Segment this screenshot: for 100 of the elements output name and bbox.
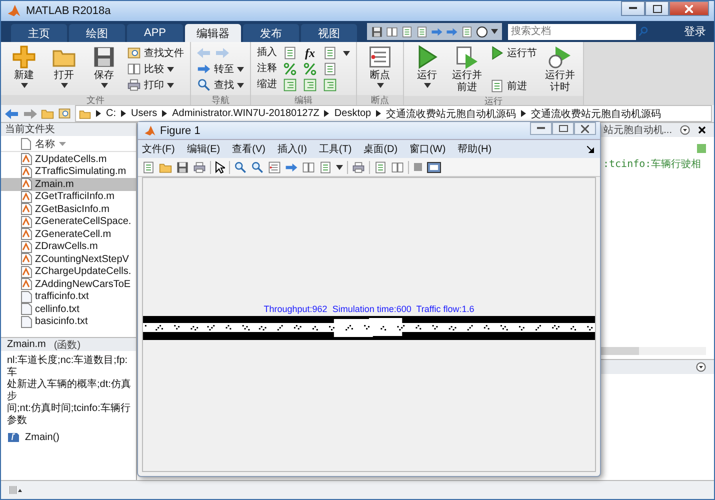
- maximize-button[interactable]: [645, 1, 669, 16]
- path-segment[interactable]: C:: [106, 108, 116, 119]
- pointer-icon[interactable]: [215, 160, 225, 174]
- file-item[interactable]: ZDrawCells.m: [1, 240, 136, 253]
- minimize-button[interactable]: [621, 1, 645, 16]
- toolbar-button[interactable]: [193, 160, 206, 174]
- ribbon-icon-button[interactable]: [323, 46, 350, 60]
- dock-icon[interactable]: [587, 146, 594, 152]
- toolbar-button[interactable]: [142, 160, 155, 174]
- minimize-button[interactable]: [530, 122, 552, 135]
- ribbon-button[interactable]: 保存: [87, 45, 121, 88]
- close-button[interactable]: [574, 122, 596, 135]
- menu-item[interactable]: 桌面(D): [364, 142, 398, 156]
- menu-item[interactable]: 插入(I): [277, 142, 307, 156]
- file-item[interactable]: ZAddingNewCarsToE: [1, 278, 136, 290]
- toolbar-button[interactable]: [391, 160, 404, 174]
- toolbar-button[interactable]: [251, 160, 264, 174]
- ribbon-tab[interactable]: 发布: [243, 24, 299, 42]
- toolbar-button[interactable]: [302, 160, 315, 174]
- maximize-icon: [558, 125, 568, 132]
- ribbon-button[interactable]: 运行并前进: [450, 45, 484, 94]
- sign-in-button[interactable]: 登录: [684, 24, 706, 39]
- file-item[interactable]: ZGenerateCellSpace.: [1, 216, 136, 228]
- file-item[interactable]: Zmain.m: [1, 178, 136, 190]
- description-text: 参数: [7, 415, 28, 427]
- dropdown-icon[interactable]: [696, 362, 706, 372]
- file-item[interactable]: ZUpdateCells.m: [1, 153, 136, 166]
- forward-arrow-icon[interactable]: [23, 108, 37, 120]
- scrollbar[interactable]: [601, 347, 639, 355]
- function-file-icon: [21, 190, 32, 203]
- ribbon-button[interactable]: 打开: [47, 45, 81, 88]
- code-line: :tcinfo:车辆行驶相: [603, 158, 702, 171]
- square-icon[interactable]: [413, 162, 423, 172]
- toolbar-button[interactable]: [268, 160, 281, 174]
- ribbon-button[interactable]: 查找文件: [127, 45, 184, 61]
- toolbar-button[interactable]: [176, 160, 189, 174]
- compare-icon: [391, 160, 404, 174]
- ribbon-button[interactable]: 转至: [197, 61, 244, 77]
- path-segment[interactable]: Desktop: [334, 108, 372, 119]
- path-segment[interactable]: 交通流收费站元胞自动机源码: [531, 106, 662, 120]
- ribbon-button[interactable]: 断点: [363, 45, 397, 88]
- ribbon-tab[interactable]: APP: [127, 24, 183, 42]
- dropdown-icon[interactable]: [680, 125, 690, 135]
- file-item[interactable]: ZGetBasicInfo.m: [1, 203, 136, 216]
- file-item[interactable]: ZGetTrafficiInfo.m: [1, 190, 136, 203]
- file-item[interactable]: ZChargeUpdateCells.: [1, 266, 136, 278]
- file-item[interactable]: trafficinfo.txt: [1, 290, 136, 303]
- column-header[interactable]: 名称: [35, 136, 55, 150]
- arrow-right-icon: [446, 26, 458, 38]
- close-button[interactable]: [669, 1, 709, 16]
- maximize-button[interactable]: [552, 122, 574, 135]
- file-item[interactable]: ZCountingNextStepV: [1, 253, 136, 266]
- function-button[interactable]: fx: [303, 45, 317, 61]
- search-field[interactable]: 搜索文档: [508, 24, 636, 40]
- ribbon-group-title: 编辑: [251, 95, 356, 105]
- close-icon: [581, 124, 589, 132]
- file-item[interactable]: basicinfo.txt: [1, 316, 136, 328]
- chevron-icon: [521, 110, 526, 117]
- menu-item[interactable]: 编辑(E): [186, 142, 220, 156]
- ribbon-tab[interactable]: 视图: [301, 24, 357, 42]
- ribbon-button[interactable]: 运行: [410, 45, 444, 88]
- address-bar[interactable]: C: Users Administrator.WIN7U-20180127Z Desktop 交通流收费站元胞自动机源码 交通流收费站元胞自动机源码: [75, 105, 712, 122]
- ribbon-button[interactable]: 运行并计时: [543, 45, 577, 94]
- toolbar-button[interactable]: [374, 160, 387, 174]
- ribbon-button[interactable]: 运行节: [490, 45, 537, 61]
- ribbon-tab[interactable]: 绘图: [69, 24, 125, 42]
- function-file-icon: [21, 153, 32, 166]
- caret-icon: [20, 83, 28, 88]
- path-segment[interactable]: Users: [131, 108, 158, 119]
- ribbon-tab[interactable]: 主页: [11, 24, 67, 42]
- ribbon-button[interactable]: 前进: [490, 78, 537, 94]
- play-document-icon: [455, 45, 479, 69]
- help-icon[interactable]: [476, 26, 488, 38]
- path-segment[interactable]: 交通流收费站元胞自动机源码: [386, 106, 516, 120]
- caret-icon: [100, 83, 108, 88]
- back-arrow-icon[interactable]: [5, 108, 19, 120]
- menu-item[interactable]: 工具(T): [318, 142, 352, 156]
- ribbon-tab[interactable]: 编辑器: [185, 24, 241, 42]
- close-icon: [685, 4, 693, 12]
- close-icon[interactable]: [698, 126, 706, 134]
- ribbon-group-title: 导航: [191, 95, 250, 105]
- document-icon: [142, 160, 155, 174]
- ribbon-button[interactable]: 打印: [127, 77, 184, 93]
- ribbon-group-title: 文件: [1, 95, 190, 105]
- file-item[interactable]: ZGenerateCell.m: [1, 228, 136, 240]
- file-item[interactable]: cellinfo.txt: [1, 303, 136, 316]
- minimize-icon: [537, 127, 545, 130]
- ribbon-button[interactable]: 查找: [197, 77, 244, 93]
- ribbon-button[interactable]: 比较: [127, 61, 184, 77]
- menu-item[interactable]: 查看(V): [232, 142, 266, 156]
- menu-item[interactable]: 文件(F): [142, 142, 175, 156]
- menu-item[interactable]: 窗口(W): [410, 142, 446, 156]
- menu-item[interactable]: 帮助(H): [458, 142, 492, 156]
- editor-tab[interactable]: 站元胞自动机...: [604, 123, 672, 137]
- file-item[interactable]: ZTrafficSimulating.m: [1, 166, 136, 178]
- ribbon-button[interactable]: 新建: [7, 45, 41, 88]
- window-icon[interactable]: [427, 162, 441, 172]
- toolbar-button[interactable]: [352, 160, 365, 174]
- path-segment[interactable]: Administrator.WIN7U-20180127Z: [172, 108, 320, 119]
- toolbar-button[interactable]: [234, 160, 247, 174]
